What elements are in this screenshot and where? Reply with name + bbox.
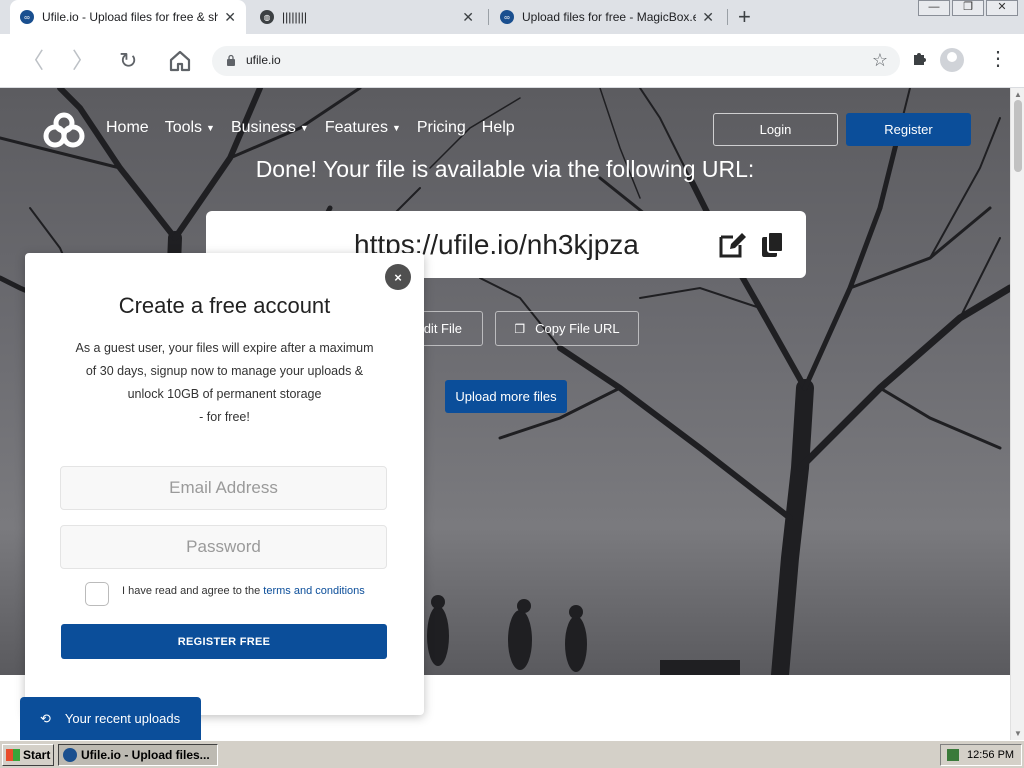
- recent-uploads-label: Your recent uploads: [64, 711, 181, 726]
- chevron-down-icon: ▼: [391, 123, 401, 133]
- description-line: As a guest user, your files will expire …: [75, 341, 374, 355]
- terms-label: I have read and agree to the terms and c…: [122, 585, 365, 597]
- new-tab-icon[interactable]: +: [738, 4, 751, 30]
- create-account-modal: × Create a free account As a guest user,…: [25, 253, 424, 715]
- tab-separator: [727, 9, 728, 25]
- password-field[interactable]: [60, 525, 387, 569]
- tab-title: ||||||||: [282, 10, 307, 24]
- modal-description: As a guest user, your files will expire …: [55, 337, 394, 429]
- tab-title: Ufile.io - Upload files for free & share: [42, 10, 219, 24]
- chevron-down-icon: ▼: [299, 123, 309, 133]
- scroll-up-icon[interactable]: ▲: [1014, 90, 1022, 99]
- minimize-icon[interactable]: —: [918, 0, 950, 16]
- ufile-favicon-icon: ∞: [20, 10, 34, 24]
- page-viewport: Home Tools ▼ Business ▼ Features ▼ Pricing …: [0, 88, 1010, 740]
- email-field[interactable]: [60, 466, 387, 510]
- ufile-logo-icon[interactable]: [40, 112, 88, 148]
- clock: 12:56 PM: [967, 749, 1015, 761]
- history-icon: ⟲: [40, 710, 51, 726]
- upload-more-files-button[interactable]: Upload more files: [445, 380, 567, 413]
- modal-title: Create a free account: [118, 293, 331, 318]
- site-nav: Home Tools ▼ Business ▼ Features ▼ Pricing …: [106, 119, 531, 137]
- scroll-down-icon[interactable]: ▼: [1014, 729, 1022, 738]
- browser-icon: [63, 748, 77, 762]
- start-label: Start: [23, 748, 51, 762]
- description-line: of 30 days, signup now to manage your up…: [85, 364, 364, 378]
- description-line: - for free!: [199, 410, 250, 424]
- start-button[interactable]: Start: [2, 744, 54, 766]
- nav-business[interactable]: Business ▼: [231, 119, 309, 137]
- register-free-button[interactable]: REGISTER FREE: [61, 624, 387, 659]
- bookmark-star-icon[interactable]: ☆: [872, 50, 888, 71]
- nav-tools[interactable]: Tools ▼: [165, 119, 215, 137]
- browser-tabstrip: ∞ Ufile.io - Upload files for free & sha…: [0, 0, 1024, 34]
- browser-tab-ufile[interactable]: ∞ Ufile.io - Upload files for free & sha…: [10, 0, 246, 34]
- browser-menu-icon[interactable]: ⋮: [988, 46, 1008, 72]
- nav-home[interactable]: Home: [106, 119, 149, 137]
- taskbar-item-browser[interactable]: Ufile.io - Upload files...: [58, 744, 218, 766]
- chevron-down-icon: ▼: [206, 123, 215, 133]
- back-arrow-icon[interactable]: 〈: [22, 48, 44, 74]
- close-tab-icon[interactable]: ✕: [462, 9, 474, 26]
- reload-icon[interactable]: ↻: [119, 48, 137, 74]
- taskbar-item-label: Ufile.io - Upload files...: [81, 748, 210, 762]
- windows-flag-icon: [6, 749, 20, 761]
- window-close-icon[interactable]: ✕: [986, 0, 1018, 16]
- close-tab-icon[interactable]: ✕: [224, 9, 236, 26]
- tab-title: Upload files for free - MagicBox.exe: [522, 10, 697, 24]
- extensions-puzzle-icon[interactable]: [911, 49, 929, 72]
- upload-done-heading: Done! Your file is available via the fol…: [255, 156, 755, 182]
- close-icon[interactable]: ×: [385, 264, 411, 290]
- url-text: ufile.io: [246, 53, 281, 67]
- terms-prefix: I have read and agree to the: [122, 585, 264, 597]
- copy-file-url-label: Copy File URL: [535, 321, 620, 336]
- forward-arrow-icon[interactable]: 〉: [72, 48, 94, 74]
- recent-uploads-button[interactable]: ⟲ Your recent uploads: [20, 697, 201, 740]
- edit-icon[interactable]: [718, 231, 748, 259]
- copy-icon[interactable]: [760, 231, 786, 259]
- browser-tab-2[interactable]: ◍ |||||||| ✕: [250, 0, 484, 34]
- profile-avatar-icon[interactable]: [940, 48, 964, 72]
- browser-tab-magicbox[interactable]: ∞ Upload files for free - MagicBox.exe ✕: [490, 0, 724, 34]
- window-controls: — ❐ ✕: [918, 0, 1018, 16]
- scrollbar-thumb[interactable]: [1014, 100, 1022, 172]
- login-button[interactable]: Login: [713, 113, 838, 146]
- tab-separator: [488, 9, 489, 25]
- address-bar[interactable]: ufile.io ☆: [212, 46, 900, 76]
- os-taskbar: Start Ufile.io - Upload files... 12:56 P…: [0, 740, 1024, 768]
- copy-file-url-button[interactable]: ❐ Copy File URL: [495, 311, 639, 346]
- terms-link[interactable]: terms and conditions: [263, 585, 365, 597]
- tray-network-icon[interactable]: [947, 749, 959, 761]
- home-icon[interactable]: [168, 49, 192, 79]
- lock-icon: [227, 54, 235, 66]
- description-line: unlock 10GB of permanent storage: [127, 387, 322, 401]
- ufile-favicon-icon: ∞: [500, 10, 514, 24]
- browser-toolbar: 〈 〉 ↻ ufile.io ☆ ⋮: [0, 34, 1024, 88]
- copy-icon: ❐: [514, 321, 526, 336]
- register-button[interactable]: Register: [846, 113, 971, 146]
- nav-help[interactable]: Help: [482, 119, 515, 137]
- nav-features[interactable]: Features ▼: [325, 119, 401, 137]
- restore-icon[interactable]: ❐: [952, 0, 984, 16]
- globe-icon: ◍: [260, 10, 274, 24]
- system-tray: 12:56 PM: [940, 744, 1022, 766]
- terms-checkbox[interactable]: [85, 582, 109, 606]
- close-tab-icon[interactable]: ✕: [702, 9, 714, 26]
- nav-pricing[interactable]: Pricing: [417, 119, 466, 137]
- page-scrollbar[interactable]: ▲ ▼: [1010, 88, 1024, 740]
